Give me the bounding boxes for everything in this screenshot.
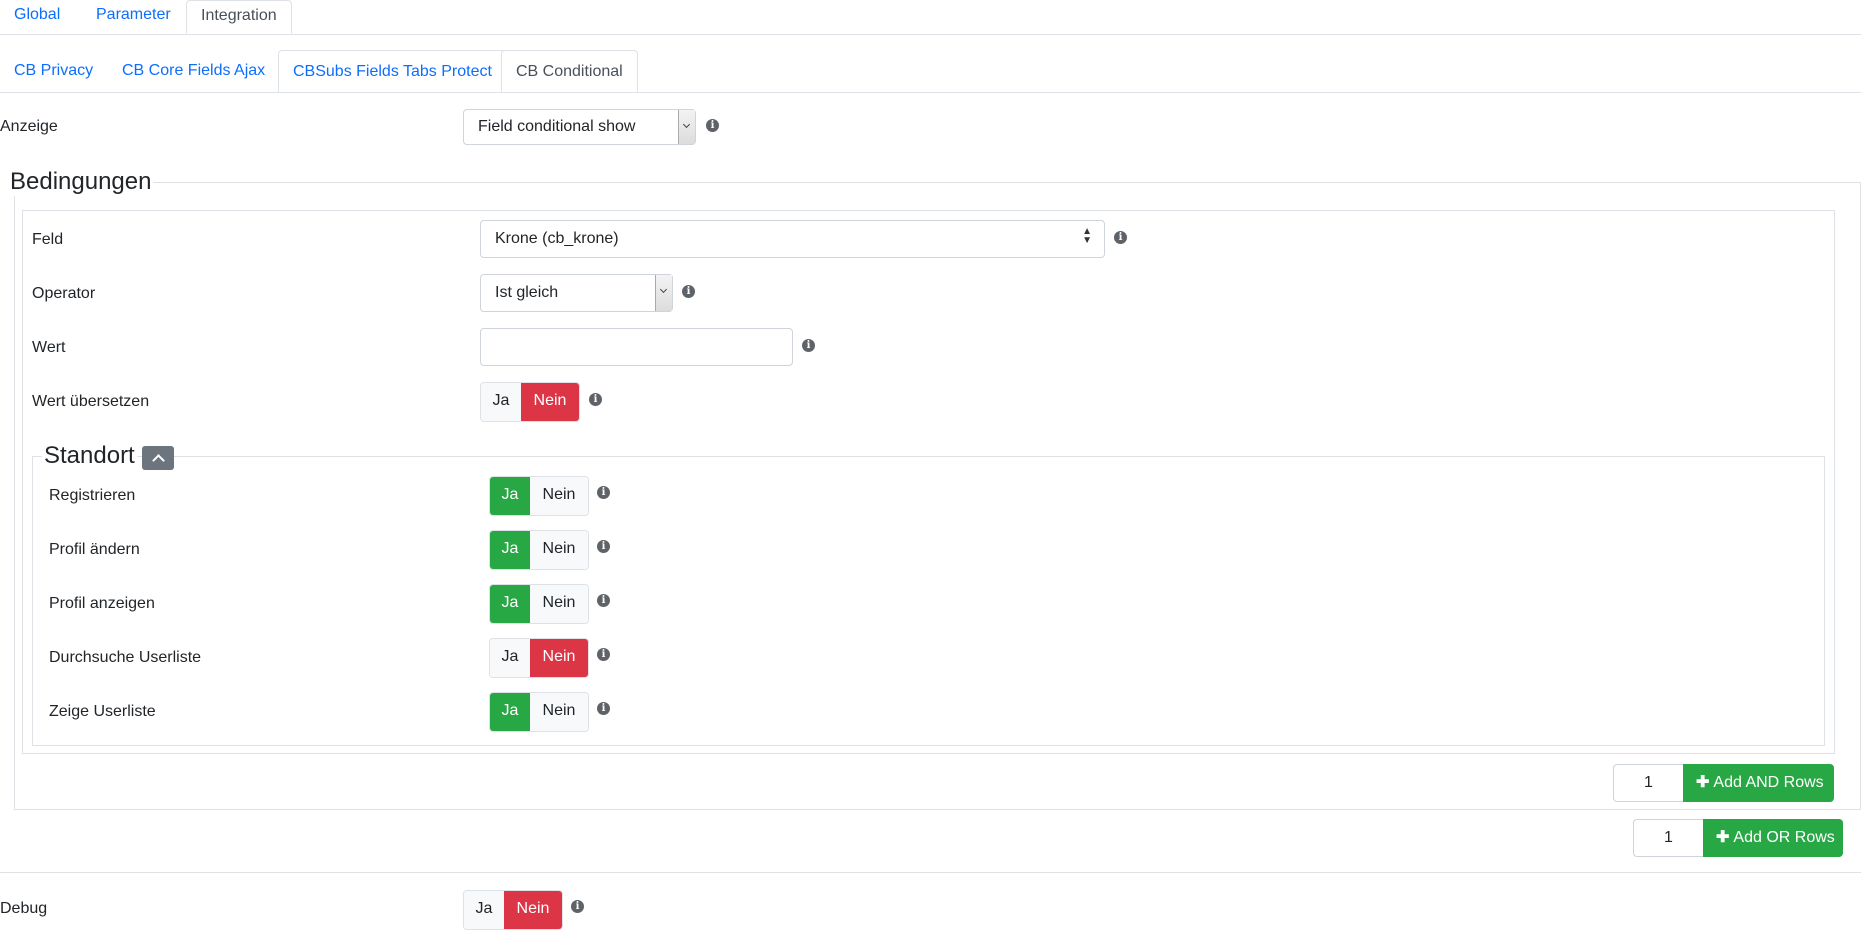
zeige-userliste-label: Zeige Userliste (49, 703, 156, 720)
operator-select[interactable]: Ist gleich (480, 274, 673, 312)
durchsuche-userliste-toggle: Ja Nein (489, 638, 589, 678)
yes-button[interactable]: Ja (490, 531, 530, 569)
info-icon[interactable]: i (682, 285, 695, 298)
info-icon[interactable]: i (571, 900, 584, 913)
add-and-rows-label: Add AND Rows (1713, 774, 1824, 791)
registrieren-toggle: Ja Nein (489, 476, 589, 516)
yes-button[interactable]: Ja (490, 639, 530, 677)
tab-cb-conditional[interactable]: CB Conditional (501, 50, 638, 92)
tab-cb-privacy[interactable]: CB Privacy (0, 50, 107, 92)
top-tab-bar: Global Parameter Integration (0, 0, 1861, 35)
no-button[interactable]: Nein (504, 891, 562, 929)
operator-select-value: Ist gleich (495, 284, 559, 301)
info-icon[interactable]: i (597, 648, 610, 661)
anzeige-select-value: Field conditional show (478, 118, 636, 135)
tab-cbsubs-fields-tabs-protect[interactable]: CBSubs Fields Tabs Protect (278, 50, 507, 92)
standort-legend: Standort (44, 442, 135, 469)
chevron-down-icon (678, 110, 695, 144)
no-button[interactable]: Nein (530, 531, 588, 569)
anzeige-label: Anzeige (0, 118, 58, 135)
sub-tab-bar: CB Privacy CB Core Fields Ajax CBSubs Fi… (0, 50, 1861, 93)
yes-button[interactable]: Ja (464, 891, 504, 929)
profil-aendern-toggle: Ja Nein (489, 530, 589, 570)
plus-icon: ✚ (1716, 829, 1730, 846)
standort-legend-wrap: Standort (42, 442, 137, 470)
sort-arrows-icon: ▲ ▼ (1082, 226, 1092, 246)
info-icon[interactable]: i (802, 339, 815, 352)
profil-anzeigen-toggle: Ja Nein (489, 584, 589, 624)
no-button[interactable]: Nein (530, 639, 588, 677)
info-icon[interactable]: i (589, 393, 602, 406)
chevron-down-icon (655, 275, 672, 311)
collapse-up-icon[interactable] (142, 446, 174, 470)
wert-input[interactable] (480, 328, 793, 366)
info-icon[interactable]: i (597, 594, 610, 607)
operator-label: Operator (32, 285, 96, 302)
no-button[interactable]: Nein (530, 585, 588, 623)
add-and-rows-button[interactable]: ✚ Add AND Rows (1683, 764, 1834, 802)
no-button[interactable]: Nein (530, 477, 588, 515)
add-or-rows-label: Add OR Rows (1733, 829, 1835, 846)
tab-integration[interactable]: Integration (186, 0, 292, 34)
info-icon[interactable]: i (597, 540, 610, 553)
plus-icon: ✚ (1696, 774, 1710, 791)
yes-button[interactable]: Ja (490, 693, 530, 731)
and-rows-count-input[interactable]: 1 (1613, 764, 1683, 802)
tab-global[interactable]: Global (0, 0, 74, 34)
wert-uebersetzen-label: Wert übersetzen (32, 393, 150, 410)
yes-button[interactable]: Ja (490, 585, 530, 623)
durchsuche-userliste-label: Durchsuche Userliste (49, 649, 202, 666)
add-or-rows-button[interactable]: ✚ Add OR Rows (1703, 819, 1843, 857)
profil-aendern-label: Profil ändern (49, 541, 140, 558)
feld-label: Feld (32, 231, 64, 248)
info-icon[interactable]: i (1114, 231, 1127, 244)
feld-select-value: Krone (cb_krone) (495, 230, 619, 247)
no-button[interactable]: Nein (521, 383, 579, 421)
no-button[interactable]: Nein (530, 693, 588, 731)
yes-button[interactable]: Ja (490, 477, 530, 515)
debug-label: Debug (0, 900, 48, 917)
wert-uebersetzen-toggle: Ja Nein (480, 382, 580, 422)
divider (0, 872, 1861, 873)
standort-fieldset (32, 456, 1825, 746)
yes-button[interactable]: Ja (481, 383, 521, 421)
bedingungen-legend: Bedingungen (8, 168, 154, 196)
profil-anzeigen-label: Profil anzeigen (49, 595, 155, 612)
debug-toggle: Ja Nein (463, 890, 563, 930)
tab-cb-core-fields-ajax[interactable]: CB Core Fields Ajax (108, 50, 279, 92)
tab-parameter[interactable]: Parameter (82, 0, 185, 34)
wert-label: Wert (32, 339, 66, 356)
info-icon[interactable]: i (597, 486, 610, 499)
registrieren-label: Registrieren (49, 487, 136, 504)
anzeige-select[interactable]: Field conditional show (463, 109, 696, 145)
or-rows-count-input[interactable]: 1 (1633, 819, 1703, 857)
zeige-userliste-toggle: Ja Nein (489, 692, 589, 732)
info-icon[interactable]: i (597, 702, 610, 715)
feld-select[interactable]: Krone (cb_krone) ▲ ▼ (480, 220, 1105, 258)
info-icon[interactable]: i (706, 119, 719, 132)
